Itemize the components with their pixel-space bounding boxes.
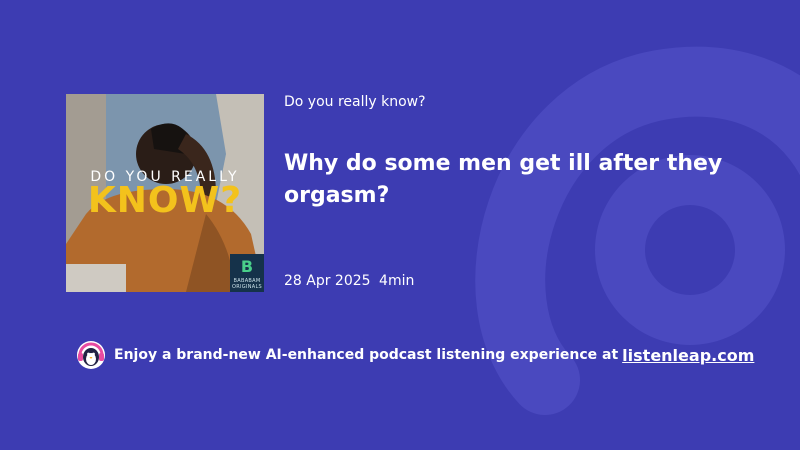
episode-date: 28 Apr 2025 bbox=[284, 273, 371, 289]
show-name[interactable]: Do you really know? bbox=[284, 94, 426, 110]
episode-title: Why do some men get ill after they orgas… bbox=[284, 151, 723, 208]
promo-text: Enjoy a brand-new AI-enhanced podcast li… bbox=[114, 347, 619, 363]
bababam-originals-badge: B BABABAM ORIGINALS bbox=[230, 254, 264, 292]
penguin-headphones-icon bbox=[77, 341, 105, 369]
episode-duration: 4min bbox=[379, 273, 415, 289]
promo-banner: Enjoy a brand-new AI-enhanced podcast li… bbox=[76, 340, 754, 370]
artwork-title-line2: KNOW? bbox=[87, 180, 243, 221]
podcast-artwork[interactable]: DO YOU REALLY KNOW? B BABABAM ORIGINALS bbox=[66, 94, 264, 292]
listenleap-link[interactable]: listenleap.com bbox=[622, 346, 754, 365]
badge-line2: ORIGINALS bbox=[231, 284, 263, 290]
bababam-logo-icon: B bbox=[240, 257, 254, 276]
episode-meta: 28 Apr 2025 4min bbox=[284, 273, 418, 289]
